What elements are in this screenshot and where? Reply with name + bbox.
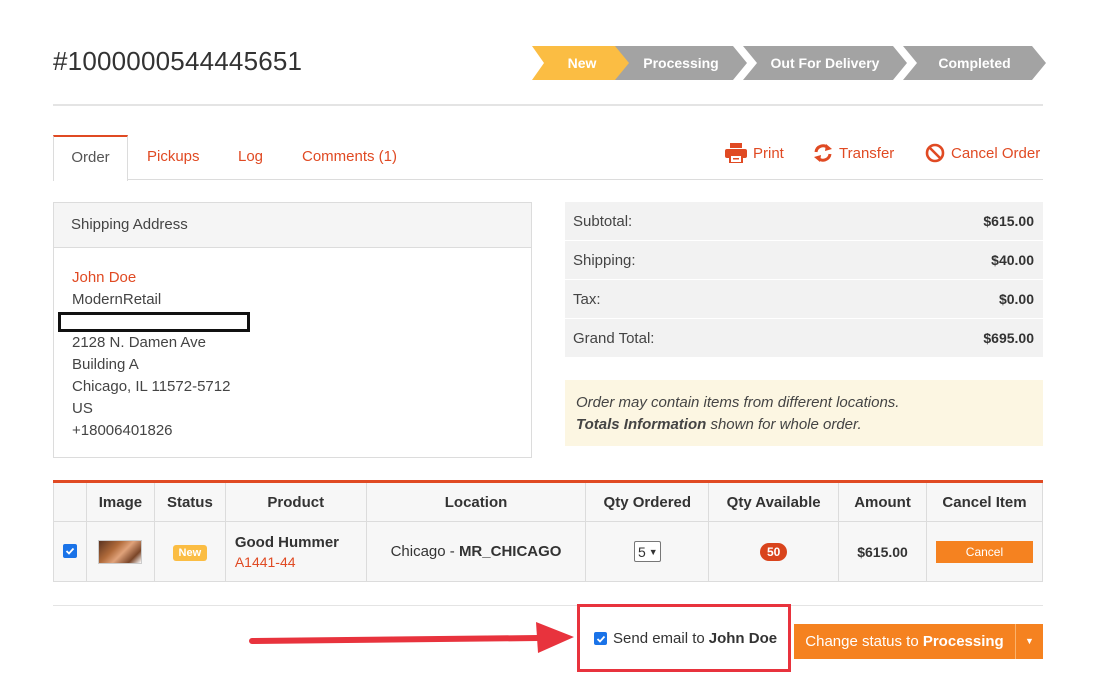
step-out-for-delivery: Out For Delivery: [743, 46, 907, 80]
shipping-company: ModernRetail: [72, 291, 162, 308]
tax-row: Tax: $0.00: [565, 280, 1043, 319]
transfer-icon: [814, 144, 832, 162]
grand-total-row: Grand Total: $695.00: [565, 319, 1043, 358]
status-dropdown-toggle[interactable]: ▼: [1015, 624, 1043, 659]
col-qty-available: Qty Available: [708, 481, 840, 522]
shipping-phone: +18006401826: [72, 422, 173, 439]
order-totals: Subtotal: $615.00 Shipping: $40.00 Tax: …: [565, 202, 1043, 358]
cancel-item-button[interactable]: Cancel: [935, 540, 1033, 563]
shipping-building: Building A: [72, 356, 139, 373]
table-header-row: Image Status Product Location Qty Ordere…: [53, 481, 1044, 522]
chevron-down-icon: ▼: [648, 546, 658, 557]
col-qty-ordered: Qty Ordered: [585, 481, 710, 522]
print-label: Print: [753, 144, 784, 162]
item-select-checkbox[interactable]: [62, 544, 77, 558]
status-progress: New Processing Out For Delivery Complete…: [532, 46, 1046, 80]
redacted-field: [58, 312, 250, 332]
step-processing: Processing: [615, 46, 747, 80]
items-table: Image Status Product Location Qty Ordere…: [53, 480, 1044, 582]
item-amount: $615.00: [838, 521, 927, 582]
col-product: Product: [224, 481, 367, 522]
table-row: New Good Hummer A1441-44 Chicago - MR_CH…: [53, 521, 1044, 582]
shipping-value: $40.00: [991, 252, 1034, 268]
tab-comments[interactable]: Comments (1): [285, 135, 414, 180]
step-new: New: [532, 46, 632, 80]
transfer-label: Transfer: [839, 144, 895, 162]
shipping-country: US: [72, 400, 93, 417]
footer-divider: [53, 605, 1043, 606]
qty-available-badge: 50: [759, 542, 788, 561]
product-thumbnail[interactable]: [98, 539, 143, 564]
product-name: Good Hummer: [234, 533, 340, 551]
shipping-name: John Doe: [72, 269, 137, 286]
shipping-street: 2128 N. Damen Ave: [72, 334, 206, 351]
col-amount: Amount: [838, 481, 927, 522]
shipping-address-panel: Shipping Address John Doe ModernRetail 2…: [53, 202, 532, 458]
change-status-target: Processing: [922, 633, 1004, 650]
col-image: Image: [85, 481, 155, 522]
send-email-option[interactable]: Send email to John Doe: [594, 630, 777, 647]
cancel-order-link[interactable]: Cancel Order: [925, 142, 1040, 164]
print-link[interactable]: Print: [725, 142, 784, 164]
printer-icon: [725, 143, 747, 163]
shipping-city: Chicago, IL 11572-5712: [72, 378, 231, 395]
shipping-address-title: Shipping Address: [54, 203, 531, 248]
subtotal-label: Subtotal:: [573, 212, 633, 230]
tax-value: $0.00: [998, 291, 1034, 307]
step-completed: Completed: [903, 46, 1046, 80]
col-status: Status: [153, 481, 226, 522]
qty-ordered-select[interactable]: 5 ▼: [633, 541, 661, 562]
send-email-checkbox[interactable]: [594, 632, 607, 645]
cancel-order-label: Cancel Order: [951, 144, 1041, 162]
notice-line-2: Totals Information shown for whole order…: [576, 414, 1032, 436]
col-cancel-item: Cancel Item: [925, 481, 1044, 522]
subtotal-row: Subtotal: $615.00: [565, 202, 1043, 241]
tab-log[interactable]: Log: [221, 135, 280, 180]
shipping-label: Shipping:: [573, 251, 636, 269]
grand-total-value: $695.00: [983, 330, 1034, 346]
send-email-recipient: John Doe: [708, 630, 778, 647]
change-status-prefix: Change status to: [805, 633, 923, 650]
tab-pickups[interactable]: Pickups: [130, 135, 217, 180]
caret-down-icon: ▼: [1025, 636, 1034, 646]
send-email-label: Send email to: [613, 630, 705, 647]
change-status-button[interactable]: Change status to Processing: [794, 624, 1015, 659]
location-city: Chicago -: [390, 543, 459, 560]
tab-order[interactable]: Order: [53, 135, 128, 181]
grand-total-label: Grand Total:: [573, 329, 655, 347]
ban-icon: [925, 143, 945, 163]
locations-notice: Order may contain items from different l…: [565, 380, 1043, 446]
header-divider: [53, 104, 1043, 106]
notice-line-1: Order may contain items from different l…: [576, 394, 900, 411]
transfer-link[interactable]: Transfer: [813, 142, 894, 164]
tax-label: Tax:: [573, 290, 601, 308]
notice-bold: Totals Information: [576, 416, 707, 433]
location-code: MR_CHICAGO: [458, 543, 562, 560]
col-location: Location: [365, 481, 587, 522]
notice-rest: shown for whole order.: [706, 416, 862, 433]
item-status-badge: New: [172, 544, 208, 561]
subtotal-value: $615.00: [983, 213, 1034, 229]
order-number: #1000000544445651: [53, 46, 303, 76]
item-location: Chicago - MR_CHICAGO: [365, 521, 587, 582]
product-sku-link[interactable]: A1441-44: [235, 554, 366, 570]
annotation-arrow-icon: [249, 622, 574, 653]
qty-ordered-value: 5: [637, 543, 646, 560]
check-icon: [596, 635, 605, 643]
check-icon: [65, 547, 75, 555]
col-select: [53, 481, 87, 522]
shipping-row: Shipping: $40.00: [565, 241, 1043, 280]
